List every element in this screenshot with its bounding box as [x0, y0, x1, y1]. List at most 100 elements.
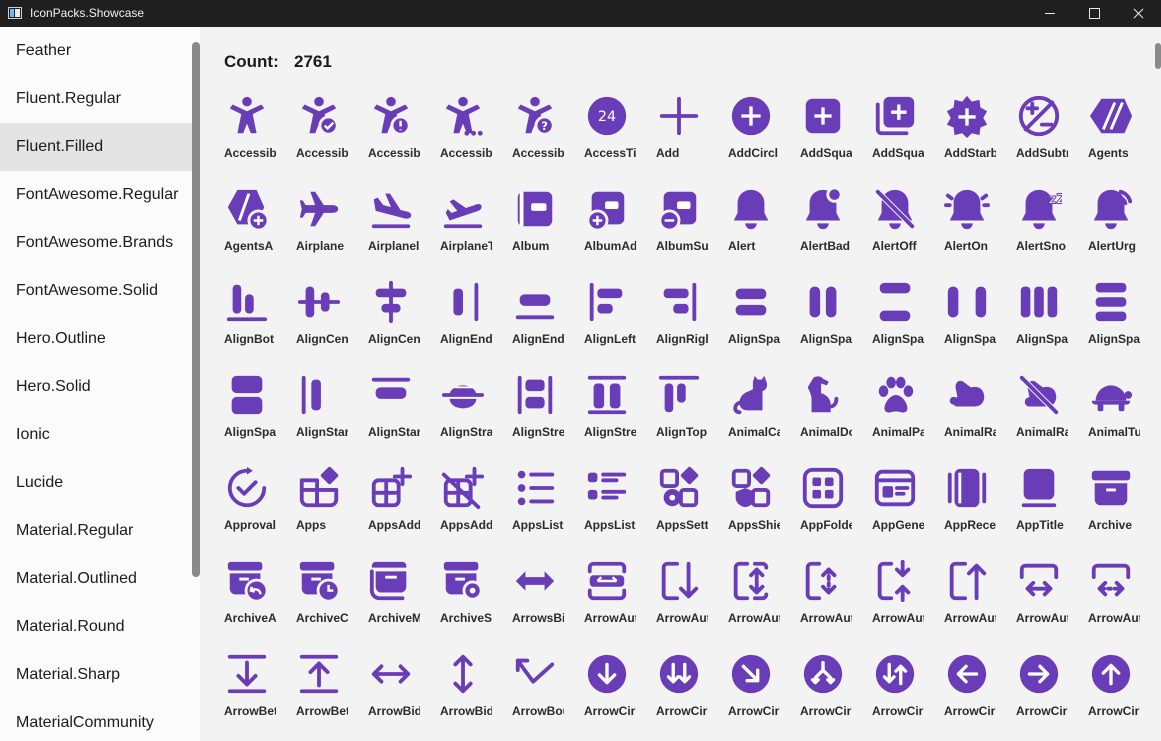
icon-tile[interactable]: AlertBad [790, 180, 860, 270]
sidebar-item-fluent-regular[interactable]: Fluent.Regular [0, 75, 192, 123]
icon-tile[interactable]: AppFolde [790, 459, 860, 549]
sidebar-item-hero-solid[interactable]: Hero.Solid [0, 363, 192, 411]
icon-tile[interactable]: Archive [1078, 459, 1148, 549]
icon-tile[interactable]: AlignEnd [430, 273, 500, 363]
sidebar-item-lucide[interactable]: Lucide [0, 459, 192, 507]
icon-tile[interactable]: AlignEnd [502, 273, 572, 363]
icon-tile[interactable]: AgentsA [214, 180, 284, 270]
icon-tile[interactable]: AnimalTu [1078, 366, 1148, 456]
sidebar-item-material-regular[interactable]: Material.Regular [0, 507, 192, 555]
sidebar-item-materialcommunity[interactable]: MaterialCommunity [0, 699, 192, 741]
icon-tile[interactable]: AddSubtr [1006, 87, 1076, 177]
maximize-button[interactable] [1071, 0, 1117, 27]
icon-tile[interactable]: AppsAdd [430, 459, 500, 549]
icon-tile[interactable]: ArrowCir [934, 645, 1004, 735]
icon-tile[interactable]: ArrowBet [286, 645, 356, 735]
icon-tile[interactable]: Airplanel [358, 180, 428, 270]
icon-tile[interactable]: AlertUrg [1078, 180, 1148, 270]
icon-tile[interactable]: Add [646, 87, 716, 177]
icon-tile[interactable]: AlertOff [862, 180, 932, 270]
icon-tile[interactable]: AlignStre [574, 366, 644, 456]
icon-tile[interactable]: AnimalDo [790, 366, 860, 456]
icon-tile[interactable]: ArrowAut [1078, 552, 1148, 642]
icon-tile[interactable]: AddSqua [862, 87, 932, 177]
icon-tile[interactable]: AnimalCa [718, 366, 788, 456]
icon-tile[interactable]: AlignSpa [934, 273, 1004, 363]
icon-tile[interactable]: AlbumAd [574, 180, 644, 270]
icon-tile[interactable]: Album [502, 180, 572, 270]
icon-tile[interactable]: ArrowBid [430, 645, 500, 735]
icon-tile[interactable]: Accessib [430, 87, 500, 177]
sidebar-item-fontawesome-brands[interactable]: FontAwesome.Brands [0, 219, 192, 267]
icon-tile[interactable]: ArrowCir [574, 645, 644, 735]
icon-tile[interactable]: AlignTop [646, 366, 716, 456]
icon-tile[interactable]: AlignCen [286, 273, 356, 363]
icon-tile[interactable]: zZ AlertSno [1006, 180, 1076, 270]
icon-tile[interactable]: ArrowCir [1078, 645, 1148, 735]
icon-tile[interactable]: 24 AccessTi [574, 87, 644, 177]
icon-tile[interactable]: AddSqua [790, 87, 860, 177]
icon-tile[interactable]: Accessib [358, 87, 428, 177]
icon-tile[interactable]: ArrowAut [718, 552, 788, 642]
grid-scrollbar[interactable] [1155, 43, 1161, 69]
icon-tile[interactable]: AddStarb [934, 87, 1004, 177]
icon-tile[interactable]: ArchiveS [430, 552, 500, 642]
icon-tile[interactable]: ArrowCir [646, 645, 716, 735]
sidebar-item-hero-outline[interactable]: Hero.Outline [0, 315, 192, 363]
minimize-button[interactable] [1027, 0, 1073, 27]
icon-tile[interactable]: AppsList [574, 459, 644, 549]
icon-tile[interactable]: ArrowAut [790, 552, 860, 642]
icon-tile[interactable]: AnimalRa [934, 366, 1004, 456]
icon-tile[interactable]: ArrowCir [790, 645, 860, 735]
icon-tile[interactable]: AppsList [502, 459, 572, 549]
icon-tile[interactable]: Accessib [214, 87, 284, 177]
icon-tile[interactable]: AlignSpa [862, 273, 932, 363]
icon-tile[interactable]: ArrowAut [1006, 552, 1076, 642]
icon-tile[interactable]: AlignLeft [574, 273, 644, 363]
icon-tile[interactable]: AlignSpa [718, 273, 788, 363]
icon-tile[interactable]: ArchiveM [358, 552, 428, 642]
icon-tile[interactable]: ArchiveC [286, 552, 356, 642]
icon-tile[interactable]: Alert [718, 180, 788, 270]
icon-tile[interactable]: ArrowCir [718, 645, 788, 735]
icon-tile[interactable]: AlignStar [286, 366, 356, 456]
icon-tile[interactable]: AlertOn [934, 180, 1004, 270]
icon-tile[interactable]: Approval [214, 459, 284, 549]
icon-tile[interactable]: ArrowCir [862, 645, 932, 735]
icon-tile[interactable]: AlignRigl [646, 273, 716, 363]
close-button[interactable] [1115, 0, 1161, 27]
icon-tile[interactable]: AnimalRa [1006, 366, 1076, 456]
icon-tile[interactable]: Accessib [286, 87, 356, 177]
icon-tile[interactable]: Apps [286, 459, 356, 549]
icon-tile[interactable]: ArrowCir [1006, 645, 1076, 735]
icon-tile[interactable]: AirplaneT [430, 180, 500, 270]
icon-tile[interactable]: Airplane [286, 180, 356, 270]
sidebar-item-feather[interactable]: Feather [0, 27, 192, 75]
sidebar-item-fontawesome-solid[interactable]: FontAwesome.Solid [0, 267, 192, 315]
icon-tile[interactable]: ArrowsBi [502, 552, 572, 642]
icon-tile[interactable]: AlignStar [358, 366, 428, 456]
icon-tile[interactable]: ArrowBet [214, 645, 284, 735]
sidebar-item-material-outlined[interactable]: Material.Outlined [0, 555, 192, 603]
icon-tile[interactable]: AppRece [934, 459, 1004, 549]
sidebar-item-material-round[interactable]: Material.Round [0, 603, 192, 651]
icon-tile[interactable]: ArrowAut [646, 552, 716, 642]
icon-tile[interactable]: AlignStre [502, 366, 572, 456]
sidebar-item-fontawesome-regular[interactable]: FontAwesome.Regular [0, 171, 192, 219]
icon-tile[interactable]: AnimalPa [862, 366, 932, 456]
icon-tile[interactable]: AppGene [862, 459, 932, 549]
icon-tile[interactable]: AlignSpa [790, 273, 860, 363]
icon-tile[interactable]: AlignSpa [1006, 273, 1076, 363]
icon-tile[interactable]: AlignStra [430, 366, 500, 456]
icon-tile[interactable]: ? Accessib [502, 87, 572, 177]
icon-tile[interactable]: ArrowAut [862, 552, 932, 642]
icon-tile[interactable]: ArrowBid [358, 645, 428, 735]
sidebar-item-ionic[interactable]: Ionic [0, 411, 192, 459]
sidebar-item-material-sharp[interactable]: Material.Sharp [0, 651, 192, 699]
icon-tile[interactable]: ArrowBou [502, 645, 572, 735]
icon-tile[interactable]: AlignSpa [214, 366, 284, 456]
icon-tile[interactable]: Agents [1078, 87, 1148, 177]
icon-tile[interactable]: AddCircl [718, 87, 788, 177]
icon-tile[interactable]: AlignBot [214, 273, 284, 363]
icon-tile[interactable]: AlignSpa [1078, 273, 1148, 363]
